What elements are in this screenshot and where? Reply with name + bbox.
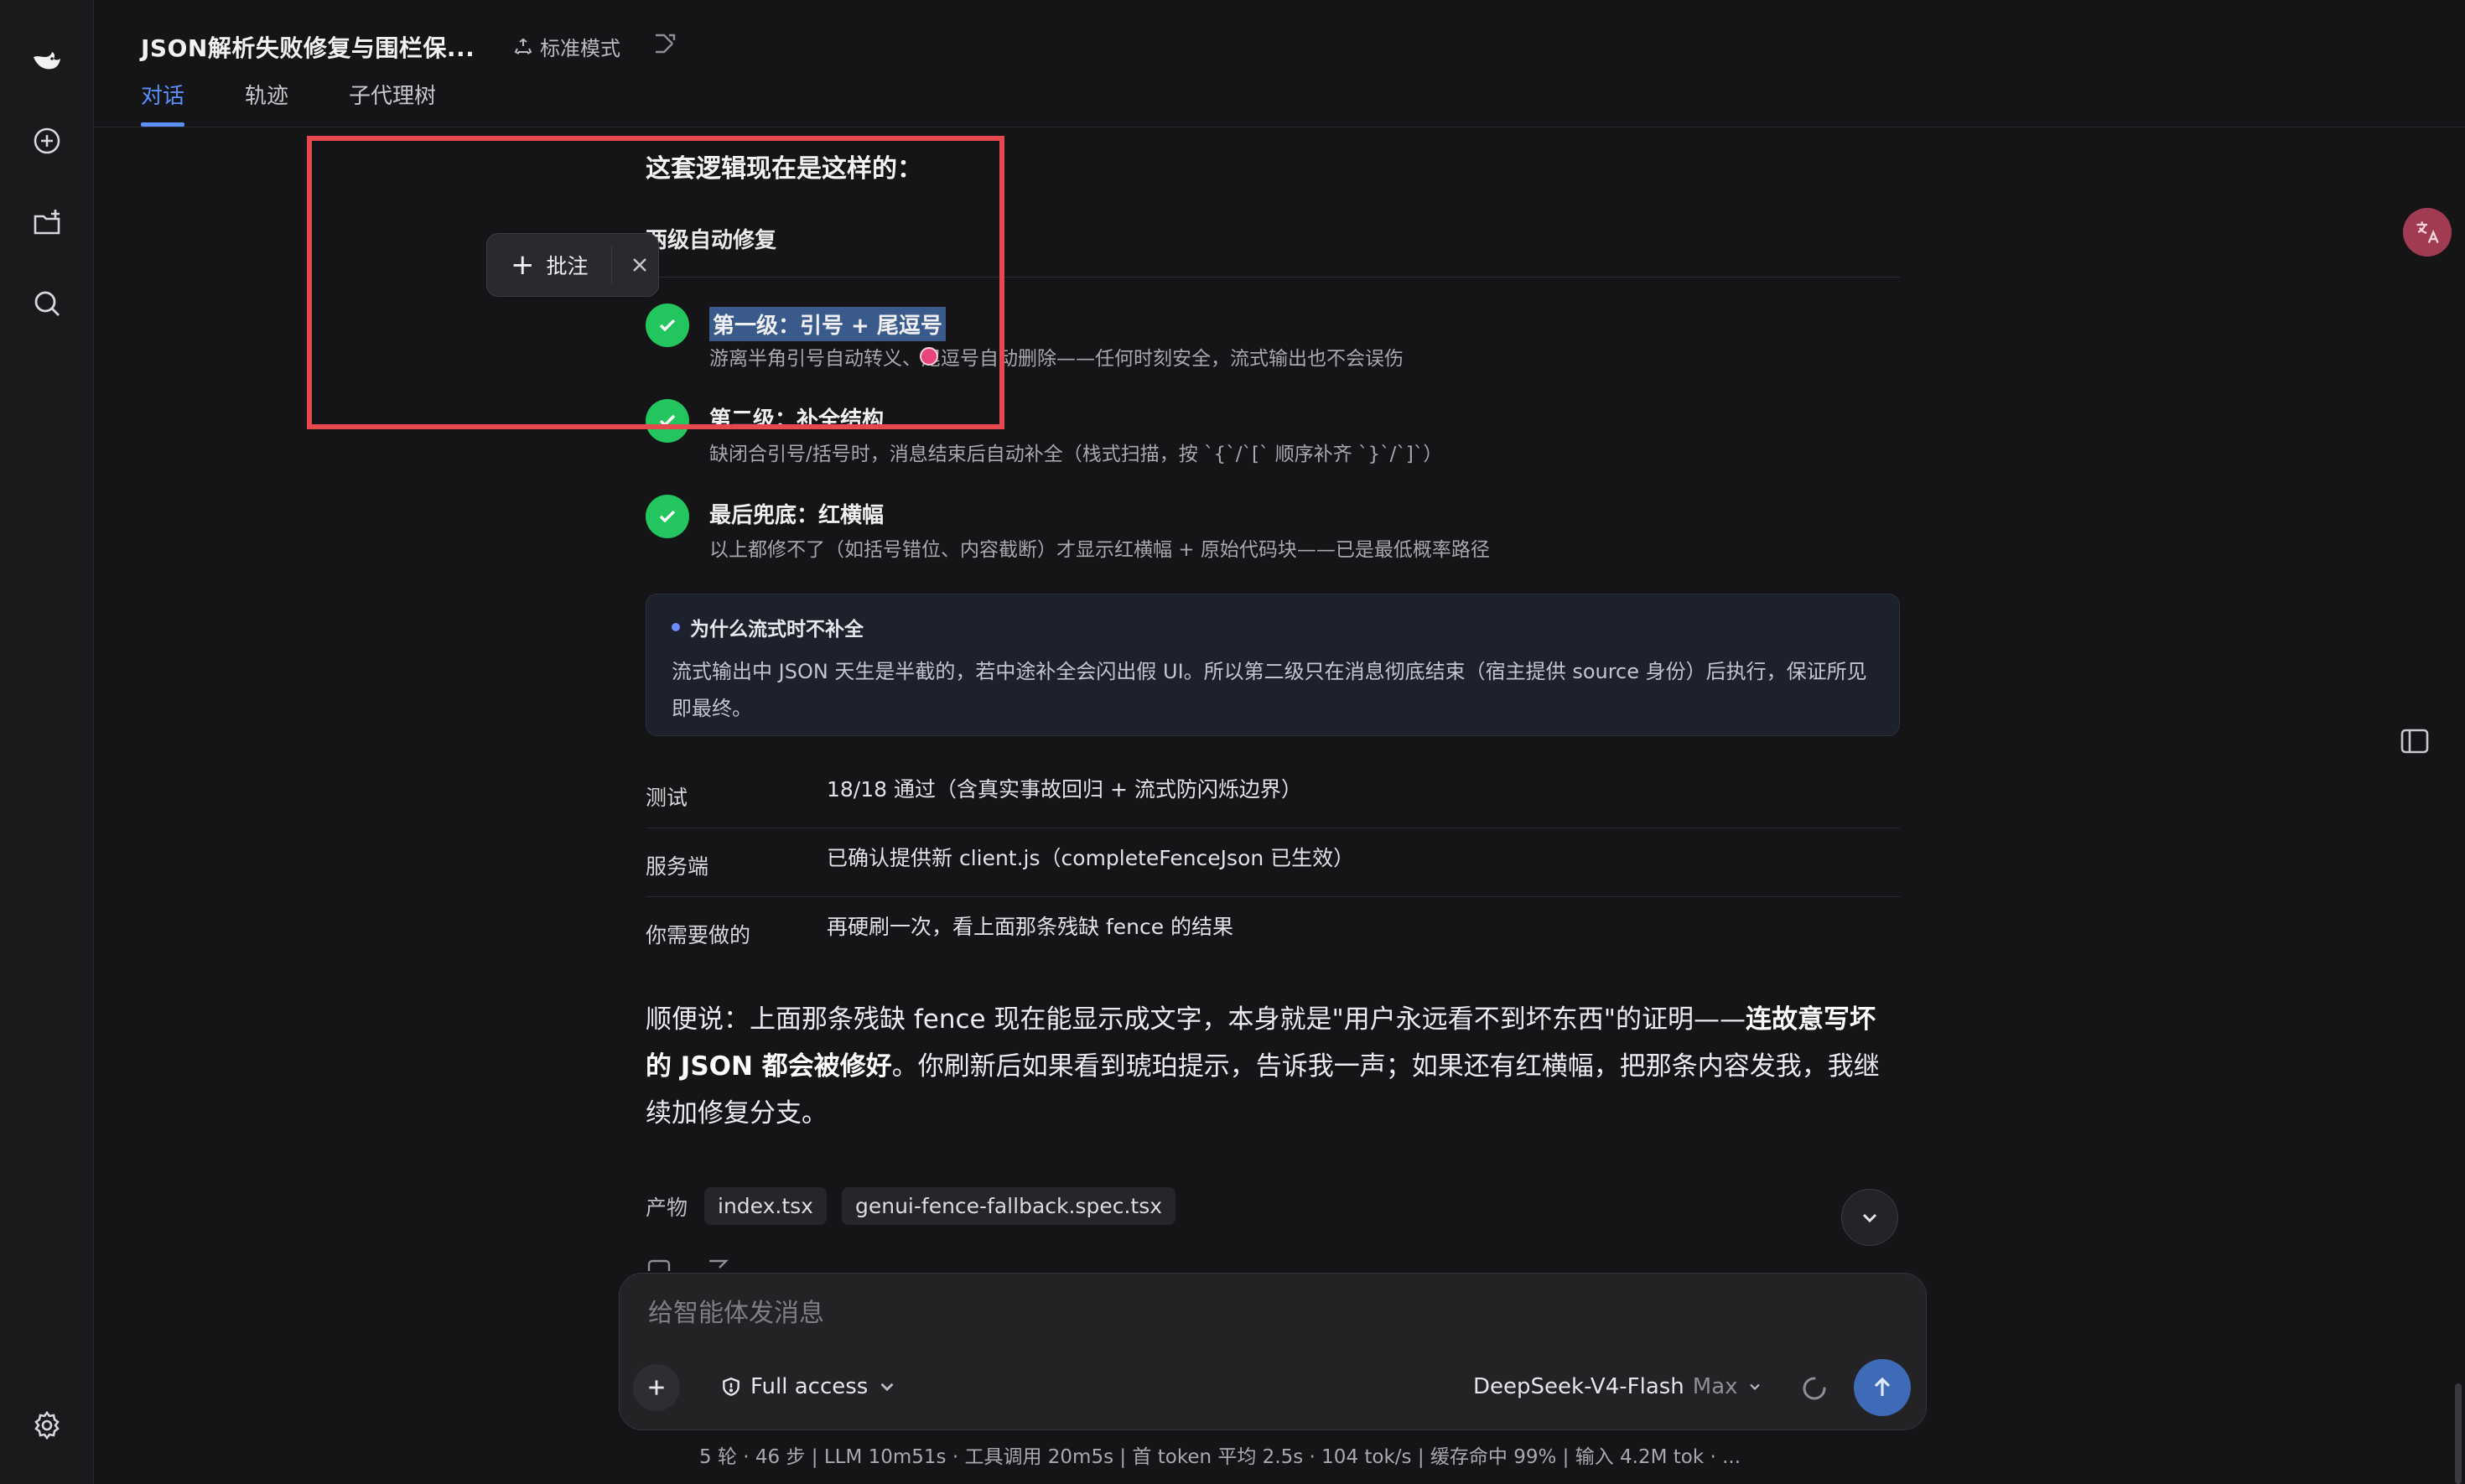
table-key: 你需要做的 [646, 923, 751, 947]
artifact-chip[interactable]: genui-fence-fallback.spec.tsx [841, 1187, 1176, 1225]
header: JSON解析失败修复与围栏保... 标准模式 对话 轨迹 子代理树 [94, 0, 2465, 127]
table-row: 服务端 已确认提供新 client.js（completeFenceJson 已… [646, 828, 1900, 897]
settings-icon[interactable] [23, 1402, 70, 1449]
model-name: DeepSeek-V4-Flash [1473, 1374, 1684, 1399]
note-title-text: 为什么流式时不补全 [690, 619, 864, 641]
annotate-button-label: 批注 [546, 254, 589, 278]
step-desc: 缺闭合引号/括号时，消息结束后自动补全（栈式扫描，按 `{`/`[` 顺序补齐 … [709, 444, 1443, 465]
composer: Full access DeepSeek-V4-Flash Max [619, 1273, 1927, 1430]
session-stats: 5 轮 · 46 步 | LLM 10m51s · 工具调用 20m5s | 首… [699, 1446, 1741, 1468]
shield-icon [723, 1377, 740, 1396]
send-button[interactable] [1854, 1359, 1911, 1416]
chevron-down-icon [1749, 1383, 1760, 1391]
paragraph-text: 顺便说：上面那条残缺 fence 现在能显示成文字，本身就是"用户永远看不到坏东… [646, 1004, 1746, 1035]
table-value: 再硬刷一次，看上面那条残缺 fence 的结果 [827, 915, 1234, 939]
search-icon[interactable] [23, 280, 70, 327]
table-value: 18/18 通过（含真实事故回归 + 流式防闪烁边界） [827, 777, 1302, 802]
mode-selector[interactable]: 标准模式 [513, 32, 620, 61]
recycle-icon [514, 38, 532, 54]
artifact-list: 产物 index.tsx genui-fence-fallback.spec.t… [646, 1187, 1176, 1225]
table-key: 服务端 [646, 854, 709, 879]
note-title: 为什么流式时不补全 [672, 613, 1874, 641]
bullet-icon [672, 623, 680, 631]
add-attachment-button[interactable] [633, 1364, 680, 1411]
tab-subagent-tree[interactable]: 子代理树 [349, 79, 436, 127]
cursor-marker [920, 347, 938, 366]
check-icon [646, 495, 689, 538]
scrollbar[interactable] [2455, 1383, 2462, 1484]
table-value: 已确认提供新 client.js（completeFenceJson 已生效） [827, 846, 1355, 870]
message-paragraph: 顺便说：上面那条残缺 fence 现在能显示成文字，本身就是"用户永远看不到坏东… [646, 996, 1900, 1137]
scroll-to-bottom-button[interactable] [1841, 1189, 1898, 1246]
annotate-popover[interactable]: + 批注 [486, 233, 659, 297]
chevron-down-icon [880, 1383, 894, 1392]
new-project-icon[interactable] [23, 200, 70, 246]
note-body: 流式输出中 JSON 天生是半截的，若中途补全会闪出假 UI。所以第二级只在消息… [672, 660, 1867, 720]
message-actions[interactable] [646, 1258, 746, 1271]
info-note: 为什么流式时不补全 流式输出中 JSON 天生是半截的，若中途补全会闪出假 UI… [646, 594, 1900, 736]
loading-spinner-icon [1803, 1377, 1826, 1400]
table-row: 你需要做的 再硬刷一次，看上面那条残缺 fence 的结果 [646, 897, 1900, 966]
arrow-up-icon [1874, 1377, 1891, 1396]
table-row: 测试 18/18 通过（含真实事故回归 + 流式防闪烁边界） [646, 760, 1900, 828]
artifact-chip[interactable]: index.tsx [704, 1187, 827, 1225]
divider [611, 246, 612, 284]
mode-label: 标准模式 [540, 37, 620, 60]
conversation-title[interactable]: JSON解析失败修复与围栏保... [141, 30, 475, 64]
new-chat-icon[interactable] [23, 117, 70, 164]
tab-bar: 对话 轨迹 子代理树 [141, 79, 436, 127]
model-selector[interactable]: DeepSeek-V4-Flash Max [1473, 1374, 1763, 1399]
plus-icon: + [511, 248, 535, 282]
message-input[interactable] [648, 1299, 1822, 1328]
tab-trace[interactable]: 轨迹 [245, 79, 288, 127]
panel-toggle-icon[interactable] [2400, 728, 2430, 755]
step-title: 最后兜底：红横幅 [709, 503, 885, 528]
artifact-label: 产物 [646, 1195, 688, 1220]
plus-icon [649, 1380, 664, 1395]
access-selector[interactable]: Full access [720, 1374, 898, 1399]
chevron-down-icon [1862, 1213, 1877, 1223]
translate-icon[interactable] [2403, 208, 2452, 257]
access-label: Full access [750, 1374, 869, 1399]
step-desc: 以上都修不了（如括号错位、内容截断）才显示红横幅 + 原始代码块——已是最低概率… [709, 539, 1490, 561]
deepseek-logo-icon[interactable] [23, 37, 70, 84]
close-icon[interactable] [621, 246, 658, 284]
branch-icon[interactable] [651, 30, 677, 57]
tab-chat[interactable]: 对话 [141, 79, 185, 127]
sidebar [0, 0, 94, 1484]
model-tier: Max [1692, 1374, 1738, 1399]
table-key: 测试 [646, 786, 688, 810]
